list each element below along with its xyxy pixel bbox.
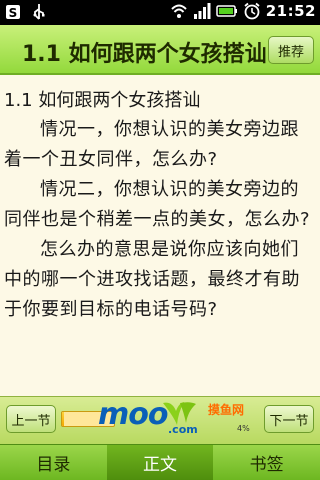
ad-domain: .com [168,423,198,436]
signal-icon [193,3,211,19]
tab-bookmarks[interactable]: 书签 [213,445,320,480]
tab-bar: 目录 正文 书签 [0,444,320,480]
progress-percent: 4% [237,424,250,433]
reading-content[interactable]: 1.1 如何跟两个女孩搭讪 情况一，你想认识的美女旁边跟着一个丑女同伴，怎么办?… [0,77,320,395]
status-left: S [4,3,48,21]
ad-logo: moo [98,397,168,432]
clock: 21:52 [265,2,316,20]
page-title: 1.1 如何跟两个女孩搭讪 [22,42,267,67]
notification-icon[interactable]: S [4,3,22,21]
battery-icon [216,5,237,17]
usb-icon [33,4,45,20]
ad-brand-cn: 摸鱼网 [208,403,245,417]
next-chapter-button[interactable]: 下一节 [264,405,314,433]
ad-banner[interactable]: moo .com 摸鱼网 4% [98,397,258,439]
prev-chapter-button[interactable]: 上一节 [6,405,56,433]
paragraph: 怎么办的意思是说你应该向她们中的哪一个进攻找话题，最终才有助于你要到目标的电话号… [4,239,300,320]
reading-progress-fill [62,412,65,426]
paragraph: 情况二，你想认识的美女旁边的同伴也是个稍差一点的美女，怎么办? [4,179,311,230]
tab-text[interactable]: 正文 [106,445,214,480]
paragraph: 情况一，你想认识的美女旁边跟着一个丑女同伴，怎么办? [4,119,299,170]
chapter-nav: 上一节 moo .com 摸鱼网 4% 下一节 [0,396,320,444]
section-heading: 1.1 如何跟两个女孩搭讪 [4,90,201,111]
svg-text:S: S [9,6,18,20]
recommend-button[interactable]: 推荐 [268,36,314,64]
status-right: 21:52 [170,2,316,20]
alarm-icon [244,2,260,20]
tab-contents[interactable]: 目录 [0,445,107,480]
status-bar: S 21:52 [0,0,320,25]
title-bar: 1.1 如何跟两个女孩搭讪 推荐 [0,25,320,75]
wifi-icon [171,4,187,18]
